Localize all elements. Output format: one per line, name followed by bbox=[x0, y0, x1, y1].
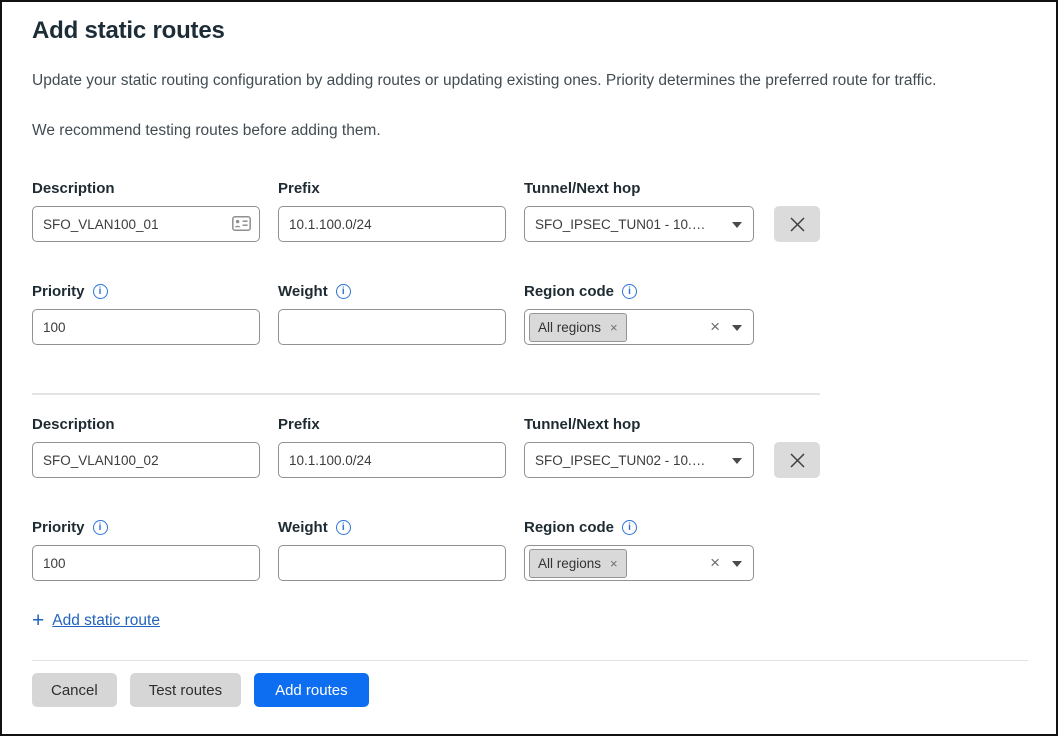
prefix-label: Prefix bbox=[278, 179, 506, 198]
weight-input[interactable] bbox=[278, 545, 506, 581]
region-multiselect[interactable]: All regions × × bbox=[524, 309, 754, 345]
route-2-region-field: Region code i All regions × × bbox=[524, 518, 754, 581]
description-input[interactable] bbox=[32, 442, 260, 478]
route-1-row-b: Priority i Weight i Region code i bbox=[32, 282, 1026, 345]
route-1-row-a: Description Prefix bbox=[32, 179, 1026, 242]
add-static-routes-dialog: Add static routes Update your static rou… bbox=[0, 0, 1058, 736]
region-chip-label: All regions bbox=[538, 556, 601, 571]
chevron-down-icon bbox=[732, 561, 742, 567]
route-1-tunnel-field: Tunnel/Next hop SFO_IPSEC_TUN01 - 10.25.… bbox=[524, 179, 754, 242]
weight-label: Weight i bbox=[278, 282, 506, 301]
tunnel-selected-value: SFO_IPSEC_TUN01 - 10.25... bbox=[535, 217, 707, 232]
route-1-prefix-field: Prefix bbox=[278, 179, 506, 242]
dialog-note: We recommend testing routes before addin… bbox=[32, 121, 1026, 141]
page-title: Add static routes bbox=[32, 16, 1026, 46]
plus-icon: + bbox=[32, 611, 44, 631]
chip-remove-icon[interactable]: × bbox=[610, 321, 618, 334]
priority-input[interactable] bbox=[32, 545, 260, 581]
description-label: Description bbox=[32, 415, 260, 434]
info-icon[interactable]: i bbox=[93, 520, 108, 535]
tunnel-label: Tunnel/Next hop bbox=[524, 415, 754, 434]
route-1-priority-field: Priority i bbox=[32, 282, 260, 345]
route-2-priority-field: Priority i bbox=[32, 518, 260, 581]
chevron-down-icon bbox=[732, 325, 742, 331]
info-icon[interactable]: i bbox=[93, 284, 108, 299]
close-icon bbox=[789, 452, 806, 469]
footer-divider bbox=[32, 660, 1028, 661]
region-label: Region code i bbox=[524, 282, 754, 301]
route-1-weight-field: Weight i bbox=[278, 282, 506, 345]
route-2-description-field: Description bbox=[32, 415, 260, 478]
chip-remove-icon[interactable]: × bbox=[610, 557, 618, 570]
clear-selection-icon[interactable]: × bbox=[710, 317, 720, 337]
tunnel-select[interactable]: SFO_IPSEC_TUN01 - 10.25... bbox=[524, 206, 754, 242]
info-icon[interactable]: i bbox=[336, 284, 351, 299]
remove-route-button[interactable] bbox=[774, 206, 820, 242]
dialog-footer: Cancel Test routes Add routes bbox=[2, 660, 1056, 734]
route-divider bbox=[32, 393, 820, 395]
route-2-row-b: Priority i Weight i Region code i bbox=[32, 518, 1026, 581]
chevron-down-icon bbox=[732, 458, 742, 464]
autofill-contact-card-icon[interactable] bbox=[232, 216, 251, 236]
info-icon[interactable]: i bbox=[622, 520, 637, 535]
region-label: Region code i bbox=[524, 518, 754, 537]
add-static-route-label: Add static route bbox=[52, 612, 160, 630]
priority-input[interactable] bbox=[32, 309, 260, 345]
add-routes-button[interactable]: Add routes bbox=[254, 673, 369, 707]
close-icon bbox=[789, 216, 806, 233]
region-chip: All regions × bbox=[529, 313, 627, 342]
route-1-region-field: Region code i All regions × × bbox=[524, 282, 754, 345]
route-2-prefix-field: Prefix bbox=[278, 415, 506, 478]
route-2-row-a: Description Prefix Tunnel/Next hop SFO_I… bbox=[32, 415, 1026, 478]
region-chip-label: All regions bbox=[538, 320, 601, 335]
weight-input[interactable] bbox=[278, 309, 506, 345]
description-label: Description bbox=[32, 179, 260, 198]
tunnel-select[interactable]: SFO_IPSEC_TUN02 - 10.25... bbox=[524, 442, 754, 478]
clear-selection-icon[interactable]: × bbox=[710, 553, 720, 573]
route-1-description-field: Description bbox=[32, 179, 260, 242]
cancel-button[interactable]: Cancel bbox=[32, 673, 117, 707]
prefix-input[interactable] bbox=[278, 442, 506, 478]
region-multiselect[interactable]: All regions × × bbox=[524, 545, 754, 581]
chevron-down-icon bbox=[732, 222, 742, 228]
description-input-wrap bbox=[32, 206, 260, 242]
route-2-weight-field: Weight i bbox=[278, 518, 506, 581]
priority-label: Priority i bbox=[32, 518, 260, 537]
dialog-description: Update your static routing configuration… bbox=[32, 71, 1026, 91]
route-2-tunnel-field: Tunnel/Next hop SFO_IPSEC_TUN02 - 10.25.… bbox=[524, 415, 754, 478]
remove-route-button[interactable] bbox=[774, 442, 820, 478]
info-icon[interactable]: i bbox=[336, 520, 351, 535]
test-routes-button[interactable]: Test routes bbox=[130, 673, 241, 707]
priority-label: Priority i bbox=[32, 282, 260, 301]
tunnel-selected-value: SFO_IPSEC_TUN02 - 10.25... bbox=[535, 453, 707, 468]
prefix-label: Prefix bbox=[278, 415, 506, 434]
prefix-input[interactable] bbox=[278, 206, 506, 242]
footer-buttons: Cancel Test routes Add routes bbox=[2, 660, 1056, 707]
region-chip: All regions × bbox=[529, 549, 627, 578]
tunnel-label: Tunnel/Next hop bbox=[524, 179, 754, 198]
info-icon[interactable]: i bbox=[622, 284, 637, 299]
weight-label: Weight i bbox=[278, 518, 506, 537]
description-input[interactable] bbox=[32, 206, 260, 242]
add-static-route-link[interactable]: + Add static route bbox=[32, 611, 1026, 631]
